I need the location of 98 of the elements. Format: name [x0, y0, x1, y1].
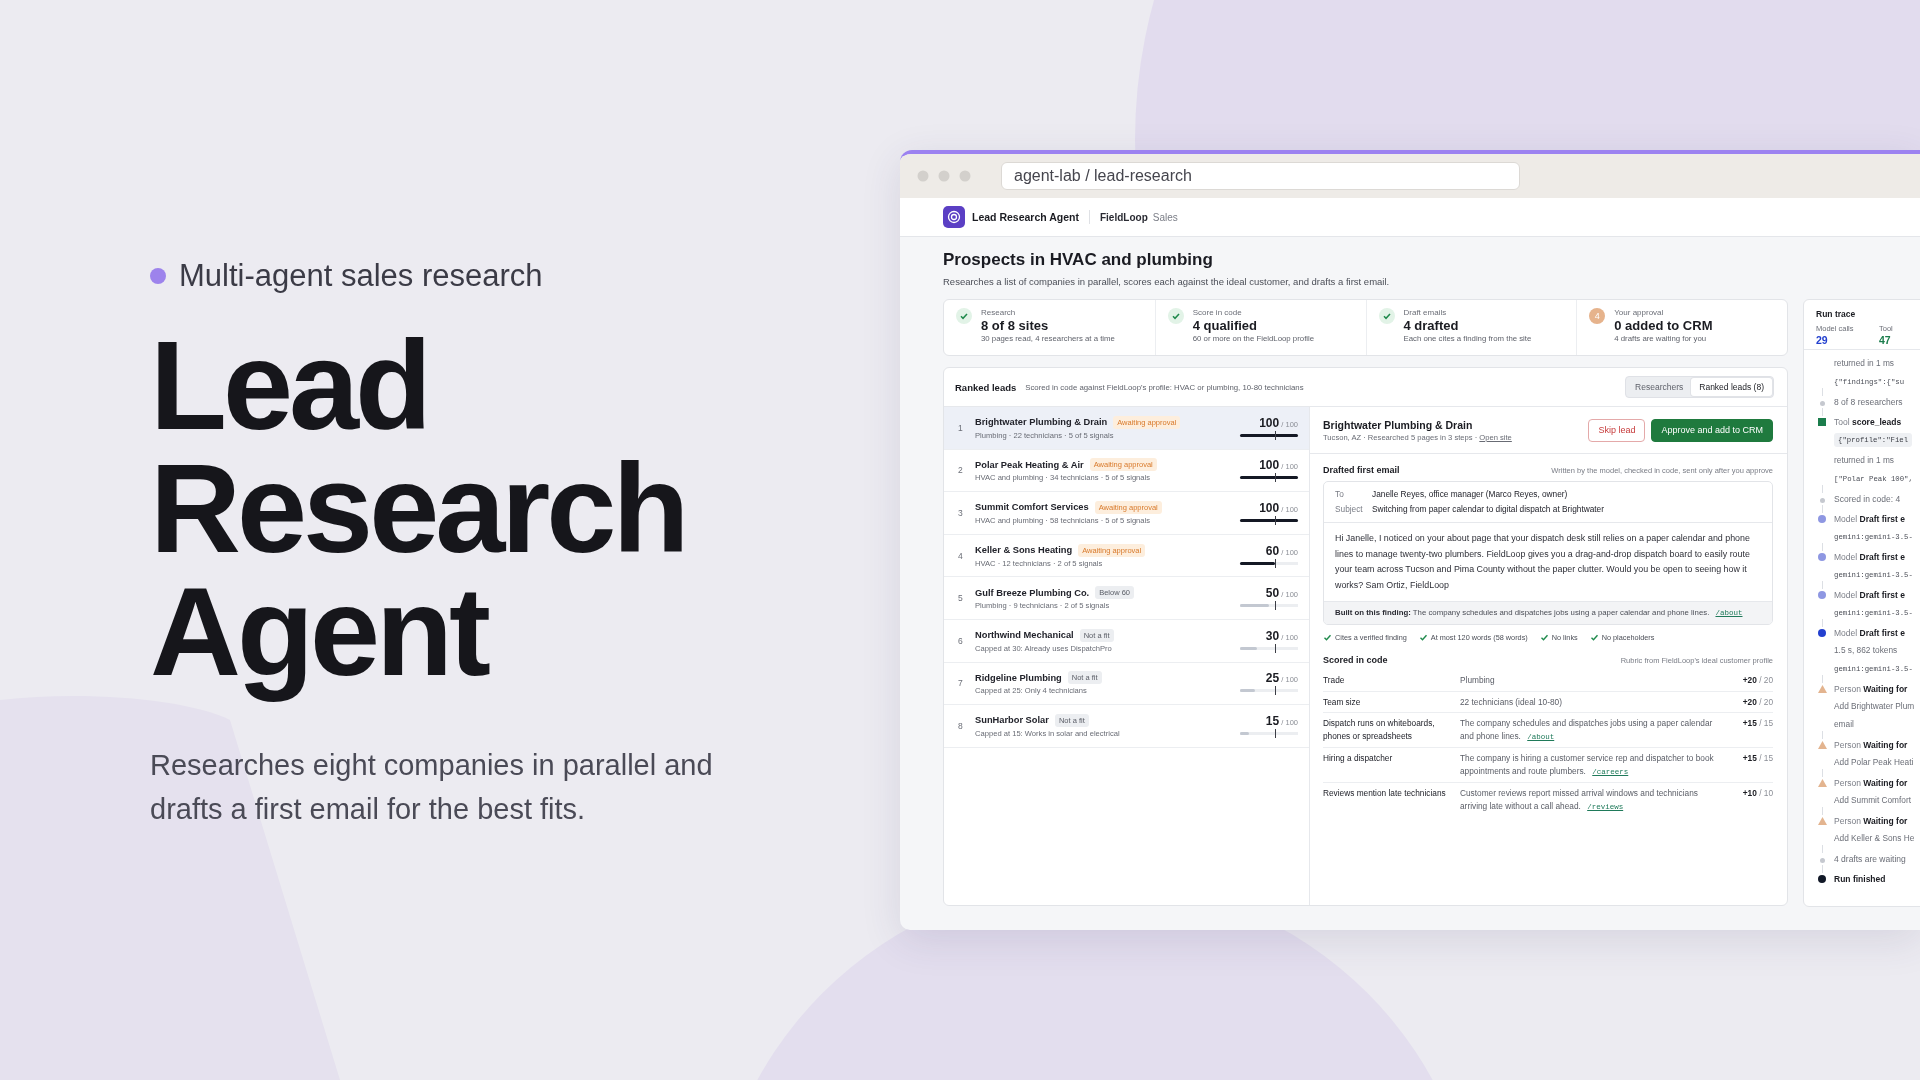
field-label: Subject	[1335, 503, 1364, 516]
trace-detail: Add Summit Comfort	[1834, 795, 1911, 805]
trace-detail: 1.5 s, 862 tokens	[1834, 645, 1898, 655]
section-title: Drafted first email	[1323, 465, 1400, 475]
points-cell-text: +15 / 15	[1741, 752, 1773, 765]
workspace-role: Sales	[1152, 211, 1178, 223]
criterion-cell-text: Hiring a dispatcher	[1323, 752, 1394, 765]
page-subtitle: Researches a list of companies in parallel, scores each against the ideal customer, and drafts a first email.	[943, 276, 1391, 287]
approve-button[interactable]: Approve and add to CRM	[1651, 418, 1773, 442]
stage-label: Draft emails	[1403, 308, 1448, 317]
trace-note: 4 drafts are waiting	[1834, 853, 1907, 865]
trace-detail: Add Polar Peak Heati	[1834, 757, 1914, 767]
lead-rank: 4	[958, 550, 964, 561]
lead-name: Keller & Sons Heating	[975, 545, 1073, 556]
stage-value: 4 qualified	[1192, 318, 1259, 333]
criterion-cell-text: Reviews mention late technicians	[1323, 787, 1447, 800]
event-type: Tool	[1834, 417, 1850, 427]
event-title: Draft first e	[1859, 552, 1905, 562]
event-type: Model	[1834, 590, 1858, 600]
criterion-cell-text: Dispatch runs on whiteboards, phones or spreadsheets	[1323, 717, 1436, 743]
evidence-cell-text: 22 technicians (ideal 10-80)	[1460, 695, 1563, 708]
trace-detail: email	[1834, 719, 1854, 729]
event-type: Model	[1834, 514, 1858, 524]
event-title: Waiting for	[1863, 816, 1908, 826]
trace-detail: Add Keller & Sons He	[1834, 833, 1915, 843]
check-icon	[1167, 308, 1184, 324]
lead-name: SunHarbor Solar	[975, 715, 1049, 726]
trace-detail: Add Brightwater Plum	[1834, 701, 1915, 711]
app-name: Lead Research Agent	[972, 211, 1079, 223]
lead-rank: 7	[958, 678, 964, 689]
event-title: Draft first e	[1859, 628, 1905, 638]
address-bar[interactable]: agent-lab / lead-research	[1001, 162, 1520, 190]
event-type: Person	[1834, 740, 1861, 750]
stage-value: 0 added to CRM	[1614, 318, 1713, 333]
check-icon	[1378, 308, 1395, 324]
event-title: Waiting for	[1863, 778, 1908, 788]
stage-label: Score in code	[1192, 308, 1243, 317]
lead-rank: 5	[958, 593, 964, 604]
lead-name: Northwind Mechanical	[975, 630, 1074, 641]
workspace-name: FieldLoop	[1100, 211, 1148, 223]
evidence-cell-text: Plumbing	[1460, 674, 1496, 687]
stage-label: Research	[981, 308, 1017, 317]
trace-detail: returned in 1 ms	[1834, 358, 1894, 368]
stat-value: 47	[1879, 334, 1892, 346]
view-tab[interactable]: Researchers	[1627, 378, 1692, 396]
points-cell-text: +15 / 15	[1741, 717, 1773, 730]
stage-value: 8 of 8 sites	[981, 318, 1050, 333]
bullet-icon	[150, 268, 166, 284]
stage-label: Your approval	[1614, 308, 1665, 317]
lead-name: Gulf Breeze Plumbing Co.	[975, 587, 1090, 598]
trace-note: Scored in code: 4	[1834, 493, 1902, 505]
field-value: Janelle Reyes, office manager (Marco Reyes, owner)	[1372, 488, 1568, 501]
lead-name: Ridgeline Plumbing	[975, 672, 1062, 683]
lead-rank: 6	[958, 635, 964, 646]
trace-detail: returned in 1 ms	[1834, 455, 1894, 465]
skip-button[interactable]: Skip lead	[1588, 418, 1646, 442]
check-icon	[956, 308, 972, 324]
event-title: Draft first e	[1859, 590, 1905, 600]
points-cell-text: +20 / 20	[1741, 674, 1773, 687]
hero-title: Lead Research Agent	[150, 324, 687, 704]
eyebrow-text: Multi-agent sales research	[179, 258, 543, 294]
panel-title: Run trace	[1816, 309, 1857, 319]
panel-title: Ranked leads	[955, 381, 1017, 393]
lead-rank: 3	[958, 508, 964, 518]
lead-rank: 2	[958, 465, 964, 476]
email-body: Hi Janelle, I noticed on your about page that your dispatch desk still relies on a paper calendar and phone lines to manage twenty-two plumbers. FieldLoop gives you a drag-and-drop dispatch board to easily route your team across Tucson and Pima County without the paper clutter. Would you be open to seeing how it works? Sam Ortiz, FieldLoop	[1334, 532, 1751, 592]
page-title: Prospects in HVAC and plumbing	[943, 250, 1214, 270]
event-type: Person	[1834, 778, 1861, 788]
event-title: Waiting for	[1863, 740, 1908, 750]
event-type: Model	[1834, 552, 1858, 562]
lead-rank: 8	[958, 720, 964, 731]
event-type: Model	[1834, 628, 1858, 638]
stage-value: 4 drafted	[1403, 318, 1460, 333]
stat-value: 29	[1816, 334, 1829, 346]
lead-rank: 1	[958, 422, 964, 433]
points-cell-text: +10 / 10	[1741, 787, 1773, 800]
section-title: Scored in code	[1323, 655, 1388, 665]
field-value: Switching from paper calendar to digital dispatch at Brightwater	[1372, 503, 1604, 516]
event-title: score_leads	[1851, 417, 1902, 427]
logo-icon	[943, 206, 965, 228]
lead-name: Summit Comfort Services	[975, 502, 1089, 513]
event-type: Person	[1834, 816, 1861, 826]
criterion-cell-text: Trade	[1323, 674, 1346, 687]
event-title: Draft first e	[1859, 514, 1905, 524]
lead-name: Polar Peak Heating & Air	[975, 459, 1084, 470]
trace-status: Run finished	[1834, 873, 1887, 885]
event-type: Person	[1834, 684, 1861, 694]
criterion-cell-text: Team size	[1323, 695, 1362, 708]
lead-title: Brightwater Plumbing & Drain	[1323, 418, 1474, 431]
lead-name: Brightwater Plumbing & Drain	[975, 417, 1108, 428]
hero-description: Researches eight companies in parallel and drafts a first email for the best fits.	[150, 748, 714, 827]
field-label: To	[1335, 488, 1345, 501]
view-tab[interactable]: Ranked leads (8)	[1691, 378, 1772, 396]
points-cell-text: +20 / 20	[1741, 695, 1773, 708]
event-title: Waiting for	[1863, 684, 1908, 694]
trace-note: 8 of 8 researchers	[1834, 396, 1904, 408]
count-badge: 4	[1589, 308, 1606, 324]
window-controls-icon[interactable]	[917, 170, 971, 182]
